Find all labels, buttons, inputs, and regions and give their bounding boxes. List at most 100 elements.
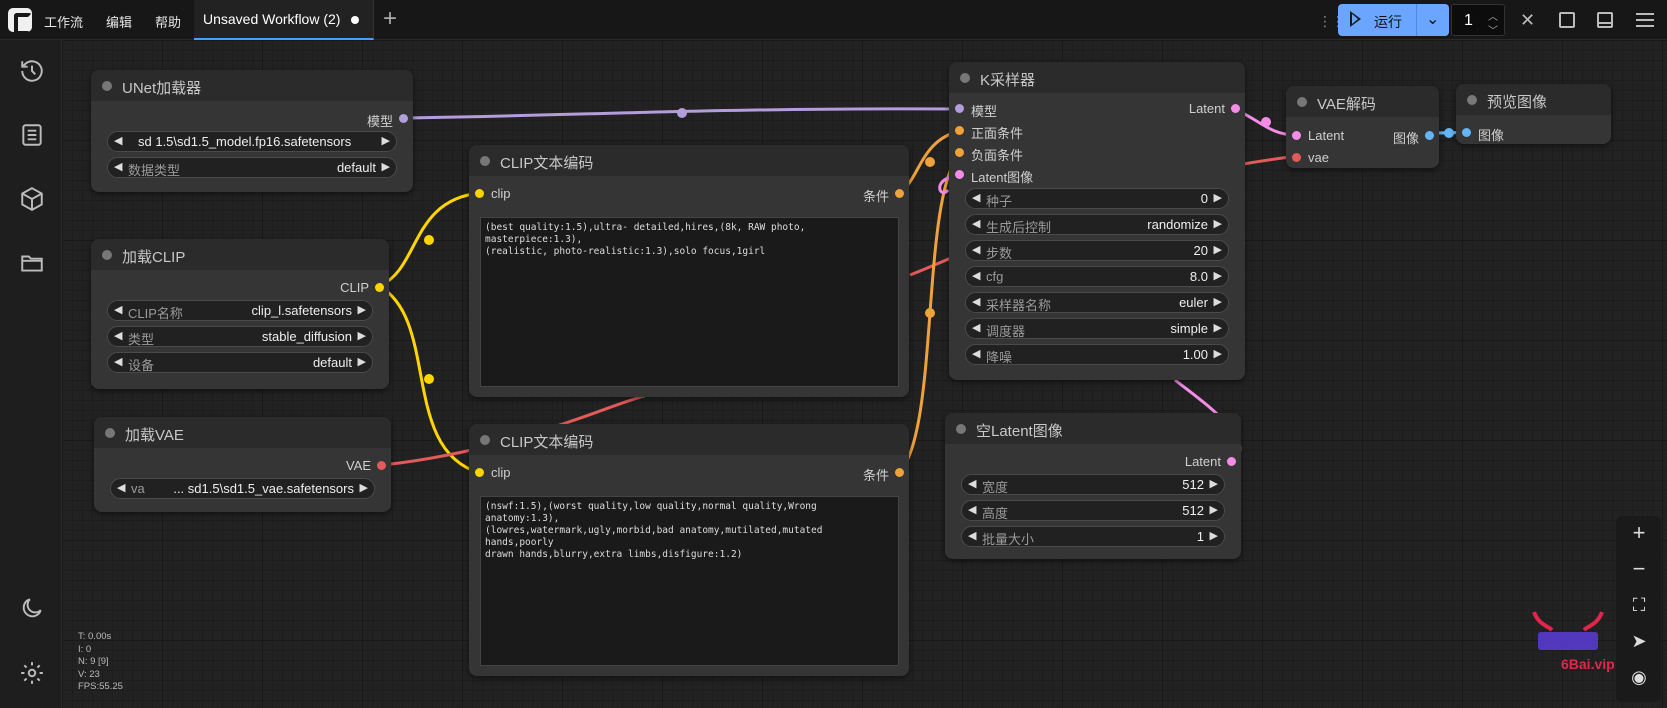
arrow-right-icon[interactable]: ▶	[1214, 321, 1222, 334]
increment-icon[interactable]: ︿	[1488, 8, 1498, 23]
settings-gear-icon[interactable]	[19, 660, 45, 686]
arrow-right-icon[interactable]: ▶	[358, 355, 366, 368]
menu-edit[interactable]: 编辑	[106, 12, 132, 31]
prompt-textarea[interactable]: (nswf:1.5),(worst quality,low quality,no…	[480, 496, 899, 666]
node-header[interactable]: 空Latent图像	[945, 413, 1241, 444]
history-icon[interactable]	[19, 58, 45, 84]
input-slot-latent[interactable]	[1292, 131, 1301, 140]
arrow-left-icon[interactable]: ◀	[968, 503, 976, 516]
arrow-left-icon[interactable]: ◀	[114, 160, 122, 173]
dtype-widget[interactable]: ◀ 数据类型 default ▶	[107, 157, 397, 178]
app-logo-icon[interactable]	[8, 8, 32, 35]
sampler-widget[interactable]: ◀ 采样器名称 euler ▶	[965, 292, 1229, 313]
clip-device-widget[interactable]: ◀ 设备 default ▶	[107, 352, 373, 373]
arrow-left-icon[interactable]: ◀	[972, 321, 980, 334]
width-widget[interactable]: ◀ 宽度 512 ▶	[961, 474, 1225, 495]
node-load-vae[interactable]: 加载VAE VAE ◀ va ... sd1.5\sd1.5_vae.safet…	[94, 417, 391, 512]
arrow-right-icon[interactable]: ▶	[382, 160, 390, 173]
output-slot-model[interactable]	[399, 114, 408, 123]
node-collapse-dot[interactable]	[102, 250, 112, 260]
arrow-right-icon[interactable]: ▶	[360, 481, 368, 494]
node-collapse-dot[interactable]	[480, 435, 490, 445]
arrow-right-icon[interactable]: ▶	[1214, 217, 1222, 230]
output-slot-conditioning[interactable]	[895, 468, 904, 477]
input-slot-vae[interactable]	[1292, 153, 1301, 162]
menu-workflow[interactable]: 工作流	[44, 12, 83, 31]
zoom-out-icon[interactable]: −	[1627, 557, 1651, 581]
scheduler-widget[interactable]: ◀ 调度器 simple ▶	[965, 318, 1229, 339]
node-ksampler[interactable]: K采样器 模型 正面条件 负面条件 Latent图像 Latent ◀ 种子 0 ▶ …	[949, 62, 1245, 380]
arrow-right-icon[interactable]: ▶	[1214, 191, 1222, 204]
arrow-left-icon[interactable]: ◀	[117, 481, 125, 494]
node-header[interactable]: 加载VAE	[94, 417, 391, 448]
arrow-left-icon[interactable]: ◀	[972, 191, 980, 204]
cfg-widget[interactable]: ◀ cfg 8.0 ▶	[965, 266, 1229, 287]
node-collapse-dot[interactable]	[956, 424, 966, 434]
input-slot-negative[interactable]	[955, 148, 964, 157]
node-unet-loader[interactable]: UNet加载器 模型 ◀ sd 1.5\sd1.5_model.fp16.saf…	[91, 70, 413, 192]
tab-workflow[interactable]: Unsaved Workflow (2)	[194, 0, 374, 40]
batch-size-widget[interactable]: ◀ 批量大小 1 ▶	[961, 526, 1225, 547]
arrow-right-icon[interactable]: ▶	[1214, 347, 1222, 360]
arrow-left-icon[interactable]: ◀	[968, 529, 976, 542]
node-header[interactable]: CLIP文本编码	[469, 424, 909, 455]
arrow-right-icon[interactable]: ▶	[1214, 295, 1222, 308]
output-slot-vae[interactable]	[377, 461, 386, 470]
cube-icon[interactable]	[19, 186, 45, 212]
arrow-right-icon[interactable]: ▶	[1210, 477, 1218, 490]
steps-widget[interactable]: ◀ 步数 20 ▶	[965, 240, 1229, 261]
prompt-textarea[interactable]: (best quality:1.5),ultra- detailed,hires…	[480, 217, 899, 387]
node-clip-text-positive[interactable]: CLIP文本编码 clip 条件 (best quality:1.5),ultr…	[469, 145, 909, 397]
close-icon[interactable]: ✕	[1520, 10, 1535, 30]
node-collapse-dot[interactable]	[105, 428, 115, 438]
moon-icon[interactable]	[19, 595, 45, 621]
arrow-left-icon[interactable]: ◀	[114, 355, 122, 368]
node-collapse-dot[interactable]	[102, 81, 112, 91]
input-slot-image[interactable]	[1462, 128, 1471, 137]
unsaved-dot-icon[interactable]	[351, 16, 359, 24]
pointer-icon[interactable]: ➤	[1627, 629, 1651, 653]
arrow-right-icon[interactable]: ▶	[358, 303, 366, 316]
node-vae-decode[interactable]: VAE解码 Latent vae 图像	[1286, 86, 1439, 168]
node-collapse-dot[interactable]	[480, 156, 490, 166]
node-header[interactable]: VAE解码	[1286, 86, 1439, 117]
control-after-widget[interactable]: ◀ 生成后控制 randomize ▶	[965, 214, 1229, 235]
node-header[interactable]: UNet加载器	[91, 70, 413, 101]
arrow-left-icon[interactable]: ◀	[114, 303, 122, 316]
denoise-widget[interactable]: ◀ 降噪 1.00 ▶	[965, 344, 1229, 365]
arrow-left-icon[interactable]: ◀	[114, 134, 122, 147]
node-header[interactable]: K采样器	[949, 62, 1245, 93]
panel-icon[interactable]	[1597, 12, 1613, 28]
clip-name-widget[interactable]: ◀ CLIP名称 clip_l.safetensors ▶	[107, 300, 373, 321]
node-load-clip[interactable]: 加载CLIP CLIP ◀ CLIP名称 clip_l.safetensors …	[91, 239, 389, 389]
output-slot-latent[interactable]	[1231, 104, 1240, 113]
arrow-left-icon[interactable]: ◀	[972, 347, 980, 360]
decrement-icon[interactable]: ﹀	[1488, 22, 1498, 37]
height-widget[interactable]: ◀ 高度 512 ▶	[961, 500, 1225, 521]
arrow-right-icon[interactable]: ▶	[1210, 529, 1218, 542]
node-collapse-dot[interactable]	[1297, 97, 1307, 107]
folder-icon[interactable]	[19, 250, 45, 276]
node-collapse-dot[interactable]	[960, 73, 970, 83]
input-slot-model[interactable]	[955, 104, 964, 113]
queue-icon[interactable]	[19, 122, 45, 148]
node-header[interactable]: CLIP文本编码	[469, 145, 909, 176]
input-slot-latent[interactable]	[955, 170, 964, 179]
vae-name-widget[interactable]: ◀ va ... sd1.5\sd1.5_vae.safetensors ▶	[110, 478, 375, 499]
add-tab-icon[interactable]: +	[383, 6, 397, 32]
input-slot-clip[interactable]	[475, 189, 484, 198]
clip-type-widget[interactable]: ◀ 类型 stable_diffusion ▶	[107, 326, 373, 347]
zoom-in-icon[interactable]: +	[1627, 521, 1651, 545]
fit-view-icon[interactable]: ⛶	[1627, 593, 1651, 617]
unet-name-widget[interactable]: ◀ sd 1.5\sd1.5_model.fp16.safetensors ▶	[107, 131, 397, 152]
menu-icon[interactable]	[1636, 13, 1654, 27]
eye-icon[interactable]: ◉	[1627, 665, 1651, 689]
node-preview-image[interactable]: 预览图像 图像	[1456, 84, 1611, 144]
node-clip-text-negative[interactable]: CLIP文本编码 clip 条件 (nswf:1.5),(worst quali…	[469, 424, 909, 676]
output-slot-conditioning[interactable]	[895, 189, 904, 198]
chevron-down-icon[interactable]: ⌄	[1426, 9, 1439, 29]
arrow-left-icon[interactable]: ◀	[114, 329, 122, 342]
arrow-left-icon[interactable]: ◀	[968, 477, 976, 490]
output-slot-clip[interactable]	[375, 283, 384, 292]
arrow-right-icon[interactable]: ▶	[1214, 243, 1222, 256]
